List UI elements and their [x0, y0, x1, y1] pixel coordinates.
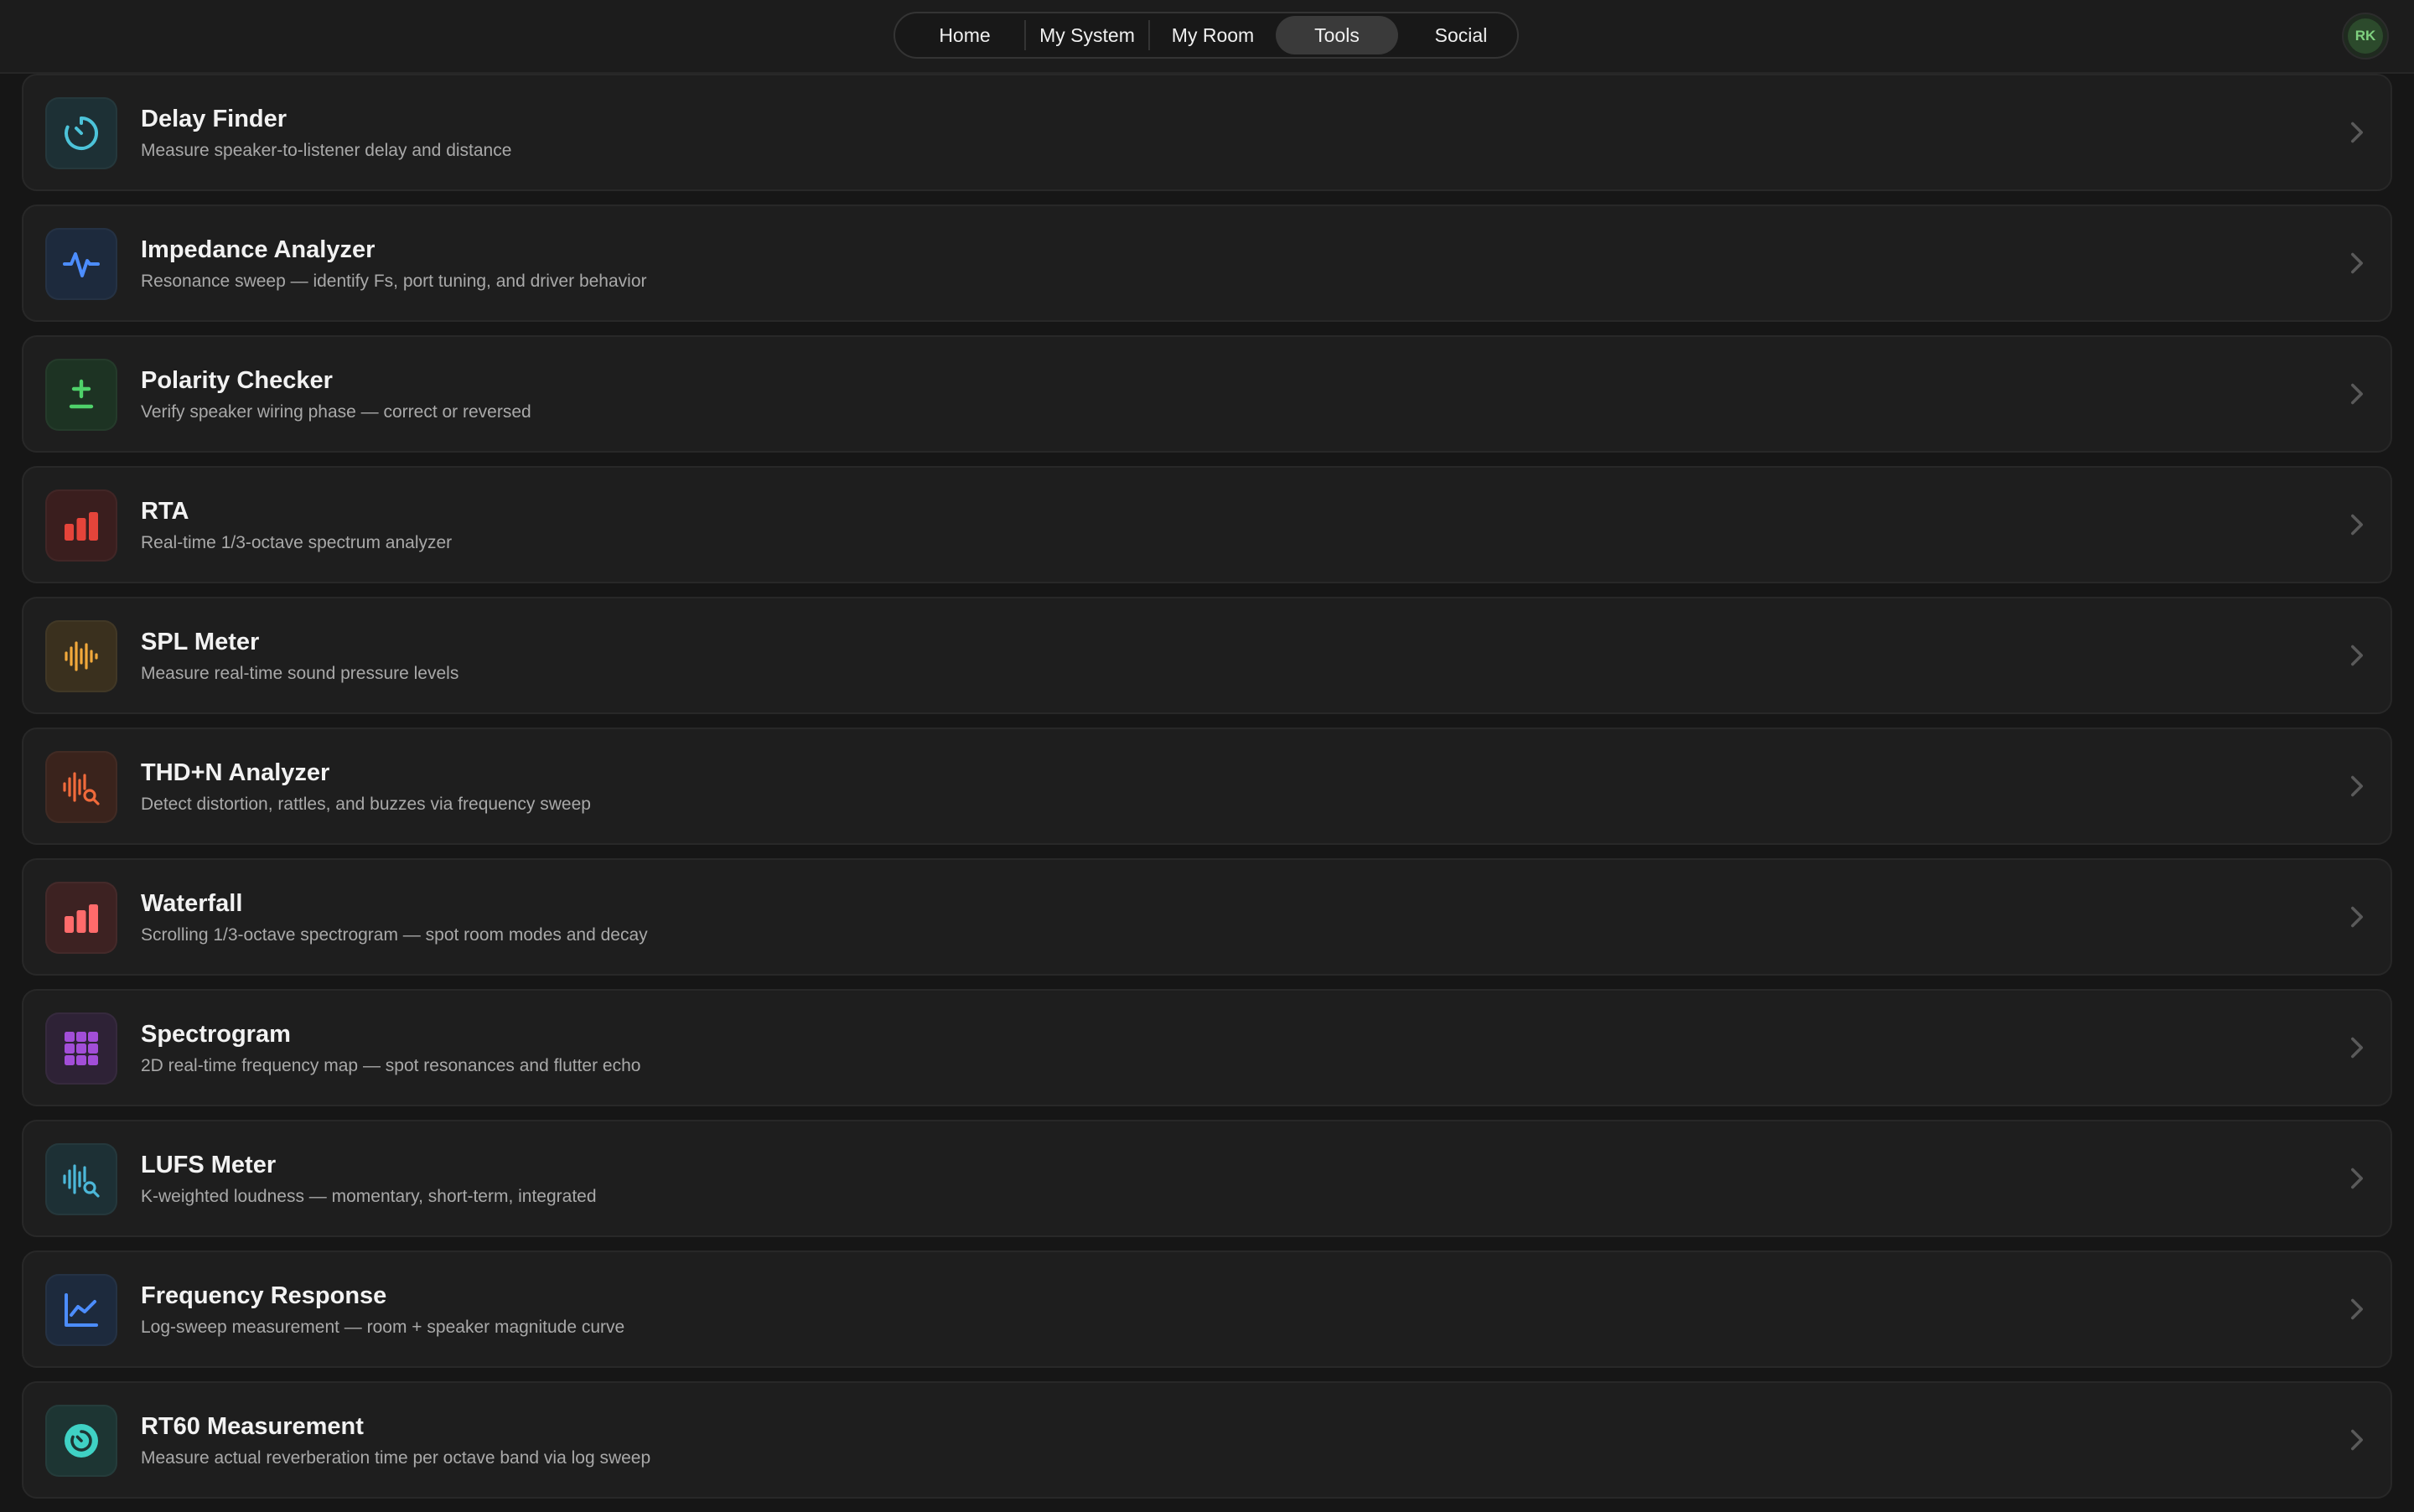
avatar[interactable]: RK	[2342, 13, 2389, 60]
avatar-initials: RK	[2348, 18, 2383, 54]
tab-home[interactable]: Home	[905, 16, 1024, 54]
tool-title: Delay Finder	[141, 106, 288, 132]
tool-card-spectrogram[interactable]: Spectrogram 2D real-time frequency map —…	[22, 989, 2392, 1106]
tool-title: Spectrogram	[141, 1021, 291, 1048]
chevron-right-icon	[2345, 1167, 2369, 1190]
tool-card-polarity-checker[interactable]: Polarity Checker Verify speaker wiring p…	[22, 335, 2392, 453]
tab-my-room[interactable]: My Room	[1150, 16, 1276, 54]
tab-tools[interactable]: Tools	[1276, 16, 1398, 54]
tool-title: Waterfall	[141, 890, 243, 917]
tool-description: K-weighted loudness — momentary, short-t…	[141, 1187, 597, 1206]
pulse-icon	[45, 228, 117, 300]
tool-description: Measure speaker-to-listener delay and di…	[141, 141, 512, 160]
top-bar: Home My System My Room Tools Social RK	[0, 0, 2414, 74]
plus-minus-icon	[45, 359, 117, 431]
tool-description: 2D real-time frequency map — spot resona…	[141, 1056, 641, 1075]
chevron-right-icon	[2345, 513, 2369, 536]
tool-card-frequency-response[interactable]: Frequency Response Log-sweep measurement…	[22, 1251, 2392, 1368]
tool-card-delay-finder[interactable]: Delay Finder Measure speaker-to-listener…	[22, 74, 2392, 191]
chevron-right-icon	[2345, 1297, 2369, 1321]
tool-title: SPL Meter	[141, 629, 260, 655]
chevron-right-icon	[2345, 1428, 2369, 1452]
tool-title: Impedance Analyzer	[141, 236, 376, 263]
tool-description: Resonance sweep — identify Fs, port tuni…	[141, 272, 647, 291]
line-chart-icon	[45, 1274, 117, 1346]
waveform-search-icon	[45, 751, 117, 823]
chevron-right-icon	[2345, 1036, 2369, 1059]
tool-card-lufs-meter[interactable]: LUFS Meter K-weighted loudness — momenta…	[22, 1120, 2392, 1237]
chevron-right-icon	[2345, 905, 2369, 929]
tool-card-rta[interactable]: RTA Real-time 1/3-octave spectrum analyz…	[22, 466, 2392, 583]
waveform-icon	[45, 620, 117, 692]
tool-card-impedance-analyzer[interactable]: Impedance Analyzer Resonance sweep — ide…	[22, 205, 2392, 322]
tool-description: Detect distortion, rattles, and buzzes v…	[141, 795, 591, 814]
chevron-right-icon	[2345, 382, 2369, 406]
tool-title: Frequency Response	[141, 1282, 387, 1309]
tab-social[interactable]: Social	[1398, 16, 1524, 54]
tool-card-waterfall[interactable]: Waterfall Scrolling 1/3-octave spectrogr…	[22, 858, 2392, 976]
tool-description: Scrolling 1/3-octave spectrogram — spot …	[141, 925, 648, 945]
stopwatch-icon	[45, 97, 117, 169]
tool-title: THD+N Analyzer	[141, 759, 330, 786]
tool-card-spl-meter[interactable]: SPL Meter Measure real-time sound pressu…	[22, 597, 2392, 714]
tool-description: Real-time 1/3-octave spectrum analyzer	[141, 533, 453, 552]
bar-chart-icon	[45, 882, 117, 954]
chevron-right-icon	[2345, 121, 2369, 144]
reverb-timer-icon	[45, 1405, 117, 1477]
tool-description: Verify speaker wiring phase — correct or…	[141, 402, 531, 422]
tool-description: Measure actual reverberation time per oc…	[141, 1448, 651, 1468]
chevron-right-icon	[2345, 644, 2369, 667]
nav-tabs: Home My System My Room Tools Social	[894, 12, 1519, 59]
waveform-search-icon	[45, 1143, 117, 1215]
tool-description: Measure real-time sound pressure levels	[141, 664, 459, 683]
tool-list: Delay Finder Measure speaker-to-listener…	[22, 74, 2392, 1512]
tool-description: Log-sweep measurement — room + speaker m…	[141, 1318, 625, 1337]
bar-chart-icon	[45, 489, 117, 562]
grid-icon	[45, 1012, 117, 1085]
chevron-right-icon	[2345, 774, 2369, 798]
tab-my-system[interactable]: My System	[1026, 16, 1148, 54]
tool-title: Polarity Checker	[141, 367, 333, 394]
tool-title: LUFS Meter	[141, 1152, 277, 1178]
chevron-right-icon	[2345, 251, 2369, 275]
tool-card-thd-n-analyzer[interactable]: THD+N Analyzer Detect distortion, rattle…	[22, 728, 2392, 845]
tool-title: RT60 Measurement	[141, 1413, 364, 1440]
tool-card-rt60-measurement[interactable]: RT60 Measurement Measure actual reverber…	[22, 1381, 2392, 1499]
tool-title: RTA	[141, 498, 189, 525]
